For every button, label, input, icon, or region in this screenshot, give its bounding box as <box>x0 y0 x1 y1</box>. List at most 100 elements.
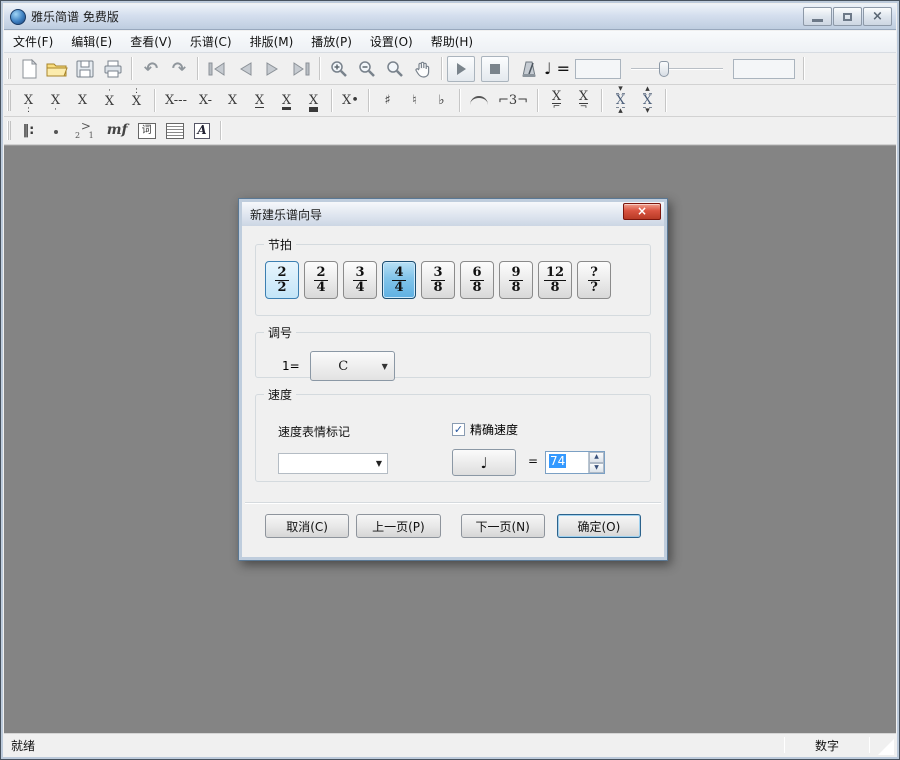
next-page-button[interactable]: 下一页(N) <box>461 514 545 538</box>
note-middle-button[interactable]: X <box>69 87 96 115</box>
prev-page-button[interactable]: 上一页(P) <box>356 514 440 538</box>
key-select[interactable]: C ▼ <box>310 351 395 381</box>
menu-layout[interactable]: 排版(M) <box>241 30 303 53</box>
quarter-note-button[interactable]: X <box>219 87 246 115</box>
dialog-separator <box>245 502 661 504</box>
text-block-button[interactable] <box>161 117 189 145</box>
bpm-input[interactable]: 74 <box>546 452 588 473</box>
slider-thumb[interactable] <box>659 61 669 77</box>
time-3-8-button[interactable]: 38 <box>421 261 455 299</box>
cancel-button[interactable]: 取消(C) <box>265 514 349 538</box>
save-button[interactable] <box>71 56 99 82</box>
time-2-4-button[interactable]: 24 <box>304 261 338 299</box>
expand-button[interactable]: ▴X▾ <box>634 87 661 115</box>
sixteenth-note-button[interactable]: X <box>273 87 300 115</box>
new-button[interactable] <box>15 56 43 82</box>
tempo-display[interactable] <box>733 59 795 79</box>
menu-play[interactable]: 播放(P) <box>302 30 361 53</box>
tempo-note-label: ♩ = <box>543 56 571 82</box>
close-button[interactable]: × <box>863 7 892 26</box>
time-custom-button[interactable]: ?? <box>577 261 611 299</box>
menu-score[interactable]: 乐谱(C) <box>181 30 241 53</box>
stop-button[interactable] <box>481 56 509 82</box>
exact-tempo-checkbox[interactable]: ✓ <box>452 423 465 436</box>
font-button[interactable]: A <box>189 117 216 145</box>
note-octave-up-button[interactable]: ·X <box>96 87 123 115</box>
toolbar-separator <box>459 89 461 111</box>
time-12-8-button[interactable]: 128 <box>538 261 572 299</box>
triplet-icon: ⌐3¬ <box>498 94 528 107</box>
whole-note-button[interactable]: X--- <box>160 87 192 115</box>
fermata-icon <box>47 125 65 137</box>
window-controls: × <box>803 7 896 26</box>
open-button[interactable] <box>43 56 71 82</box>
pan-hand-button[interactable] <box>409 56 437 82</box>
note-octave-down2-button[interactable]: X: <box>15 87 42 115</box>
last-page-button[interactable] <box>287 56 315 82</box>
toolbar-separator <box>441 57 443 79</box>
toolbar-separator <box>537 89 539 111</box>
spin-up-button[interactable]: ▲ <box>589 452 604 463</box>
zoom-in-button[interactable] <box>325 56 353 82</box>
mf-icon: mf <box>107 124 128 137</box>
ok-button[interactable]: 确定(O) <box>557 514 641 538</box>
menu-settings[interactable]: 设置(O) <box>361 30 422 53</box>
slur-button[interactable] <box>465 87 493 115</box>
time-6-8-button[interactable]: 68 <box>460 261 494 299</box>
time-9-8-button[interactable]: 98 <box>499 261 533 299</box>
half-note-button[interactable]: X- <box>192 87 219 115</box>
toolbar-grip[interactable] <box>7 58 11 80</box>
spin-down-button[interactable]: ▼ <box>589 463 604 474</box>
compress-button[interactable]: ▾X▴ <box>607 87 634 115</box>
tempo-expression-label: 速度表情标记 <box>278 423 350 440</box>
note-octave-down-button[interactable]: X· <box>42 87 69 115</box>
fermata-button[interactable] <box>42 117 70 145</box>
minimize-button[interactable] <box>803 7 832 26</box>
maximize-button[interactable] <box>833 7 862 26</box>
zoom-select-button[interactable] <box>381 56 409 82</box>
sharp-button[interactable]: ♯ <box>374 87 401 115</box>
triplet-button[interactable]: ⌐3¬ <box>493 87 533 115</box>
print-button[interactable] <box>99 56 127 82</box>
thirtysecond-note-button[interactable]: X <box>300 87 327 115</box>
play-button[interactable] <box>447 56 475 82</box>
tempo-expression-select[interactable]: ▼ <box>278 453 388 474</box>
prev-page-button[interactable] <box>231 56 259 82</box>
time-2-2-button[interactable]: 22 <box>265 261 299 299</box>
dialog-close-button[interactable]: × <box>623 203 661 220</box>
toolbar-grip[interactable] <box>7 90 11 112</box>
accent-button[interactable]: >2 1 <box>70 117 102 145</box>
menu-file[interactable]: 文件(F) <box>4 30 62 53</box>
eighth-note-button[interactable]: X <box>246 87 273 115</box>
menu-edit[interactable]: 编辑(E) <box>62 30 121 53</box>
redo-button[interactable]: ↷ <box>165 56 193 82</box>
beat-note-button[interactable]: ♩ <box>452 449 516 476</box>
first-page-button[interactable] <box>203 56 231 82</box>
repeat-barline-button[interactable]: ‖: <box>15 117 42 145</box>
tempo-slider[interactable] <box>631 59 723 79</box>
tie-end-button[interactable]: X¬ <box>570 87 597 115</box>
metronome-button[interactable] <box>515 56 543 82</box>
note-octave-up2-button[interactable]: :X <box>123 87 150 115</box>
new-file-icon <box>20 59 38 79</box>
time-3-4-button[interactable]: 34 <box>343 261 377 299</box>
check-icon: ✓ <box>454 424 463 435</box>
dotted-note-button[interactable]: X• <box>337 87 364 115</box>
tempo-input[interactable] <box>575 59 621 79</box>
lyrics-button[interactable]: 词 <box>133 117 161 145</box>
menu-help[interactable]: 帮助(H) <box>422 30 482 53</box>
redo-icon: ↷ <box>172 59 186 79</box>
toolbar-separator <box>131 57 133 79</box>
next-page-button[interactable] <box>259 56 287 82</box>
toolbar-grip[interactable] <box>7 121 11 140</box>
tie-start-button[interactable]: X⌐ <box>543 87 570 115</box>
natural-button[interactable]: ♮ <box>401 87 428 115</box>
bpm-spinner[interactable]: 74 ▲ ▼ <box>545 451 605 474</box>
resize-grip[interactable] <box>878 739 894 755</box>
undo-button[interactable]: ↶ <box>137 56 165 82</box>
menu-view[interactable]: 查看(V) <box>121 30 181 53</box>
dynamics-button[interactable]: mf <box>102 117 133 145</box>
time-4-4-button[interactable]: 44 <box>382 261 416 299</box>
flat-button[interactable]: ♭ <box>428 87 455 115</box>
zoom-out-button[interactable] <box>353 56 381 82</box>
